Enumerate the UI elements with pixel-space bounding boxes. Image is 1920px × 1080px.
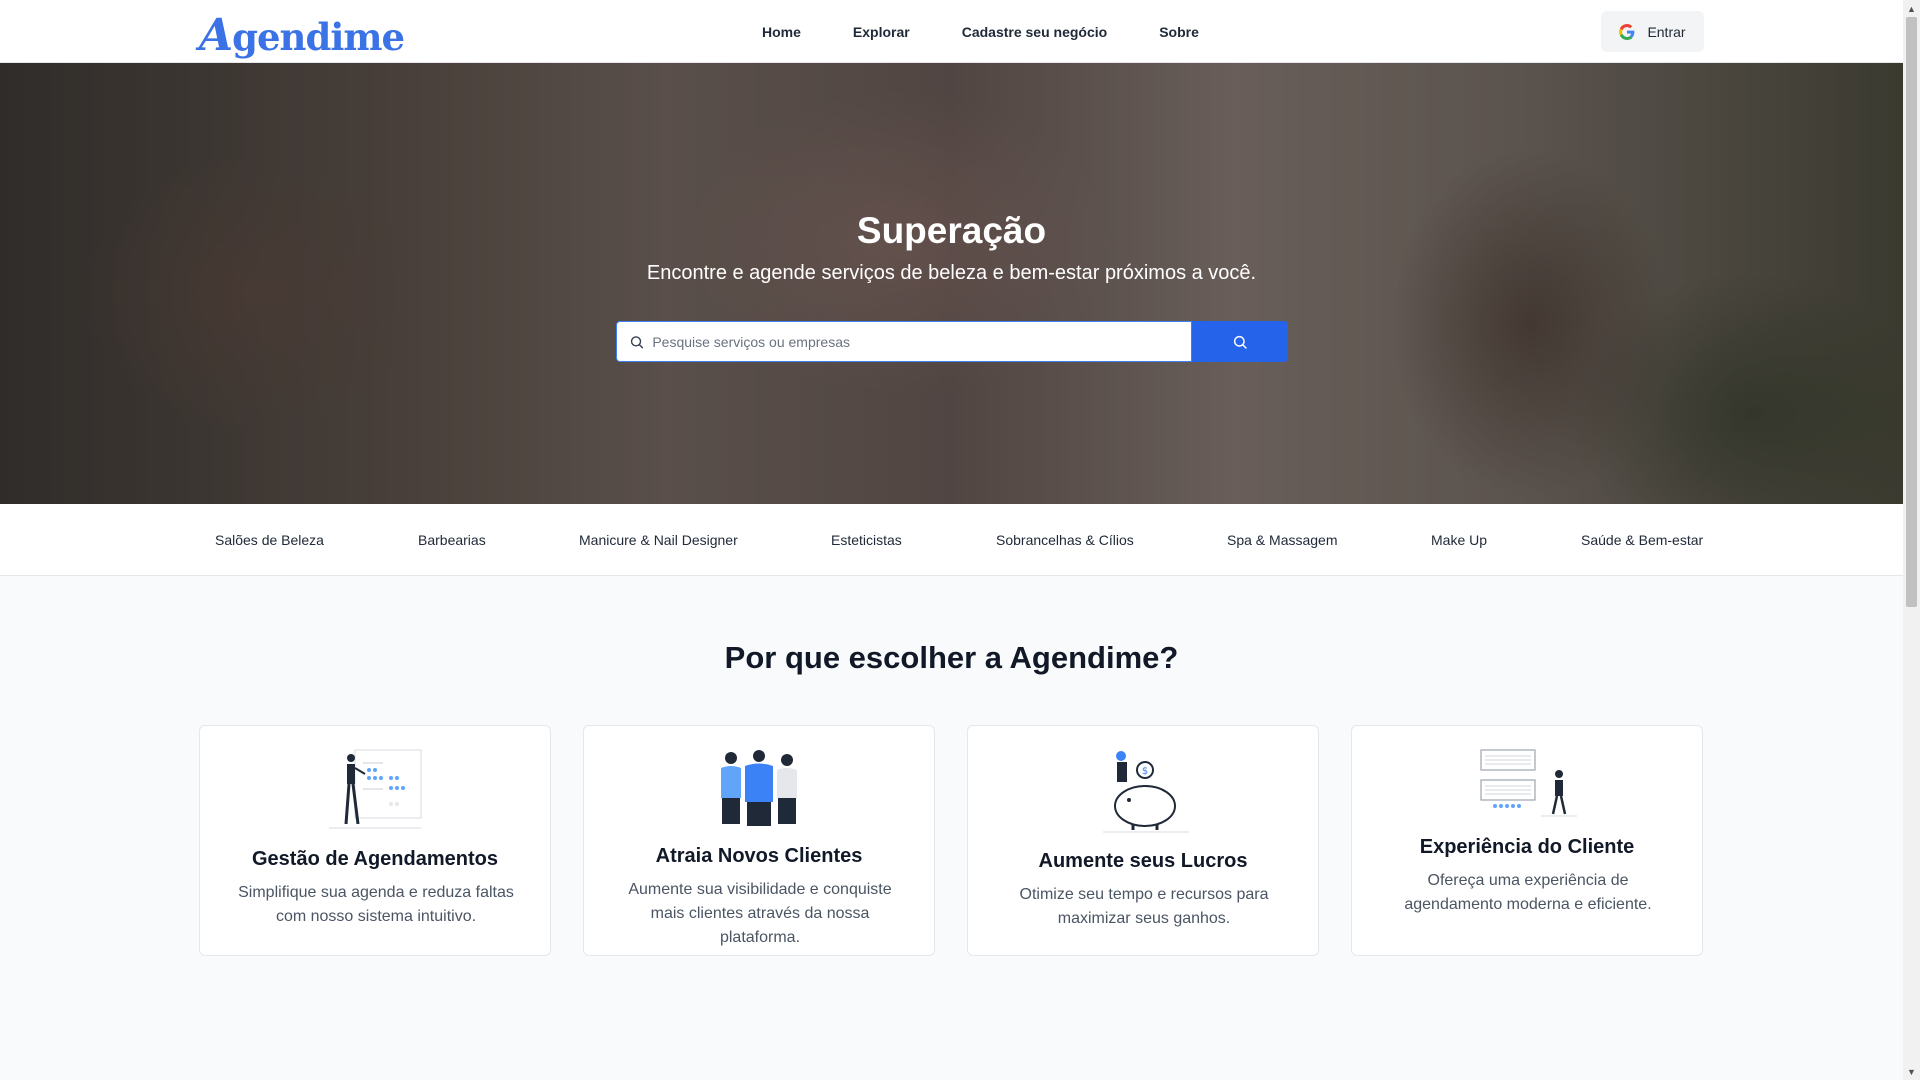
scroll-down-arrow-icon[interactable]: ▼ <box>1903 1063 1920 1080</box>
category-saude[interactable]: Saúde & Bem-estar <box>1581 532 1703 548</box>
agendime-logo[interactable]: Agendime <box>199 10 405 61</box>
search-bar <box>616 321 1288 362</box>
category-barbearias[interactable]: Barbearias <box>418 532 486 548</box>
category-sobrancelhas[interactable]: Sobrancelhas & Cílios <box>996 532 1134 548</box>
feature-card-agendamentos: Gestão de Agendamentos Simplifique sua a… <box>199 725 551 956</box>
feature-text: Otimize seu tempo e recursos para maximi… <box>1019 886 1269 927</box>
category-spa[interactable]: Spa & Massagem <box>1227 532 1338 548</box>
scroll-thumb[interactable] <box>1906 17 1917 607</box>
google-login-button[interactable]: Entrar <box>1601 11 1704 52</box>
schedule-illustration <box>200 748 550 832</box>
feature-title: Atraia Novos Clientes <box>655 845 863 867</box>
login-label: Entrar <box>1647 23 1686 40</box>
nav-home-link[interactable]: Home <box>762 24 801 40</box>
top-navbar: Agendime Home Explorar Cadastre seu negó… <box>0 0 1903 63</box>
category-bar: Salões de Beleza Barbearias Manicure & N… <box>0 504 1903 576</box>
category-makeup[interactable]: Make Up <box>1431 532 1487 548</box>
search-field-container[interactable] <box>616 321 1192 362</box>
search-input[interactable] <box>652 333 1191 350</box>
page-scrollbar[interactable]: ▲ ▼ <box>1903 0 1920 1080</box>
people-illustration <box>584 748 934 828</box>
svg-text:$: $ <box>1142 766 1148 777</box>
feature-text: Simplifique sua agenda e reduza faltas c… <box>238 884 514 925</box>
nav-cadastre-link[interactable]: Cadastre seu negócio <box>962 24 1108 40</box>
main-nav: Home Explorar Cadastre seu negócio Sobre <box>762 0 1251 63</box>
feature-title: Aumente seus Lucros <box>1038 850 1248 872</box>
customer-experience-illustration <box>1352 748 1702 818</box>
feature-text: Ofereça uma experiência de agendamento m… <box>1404 872 1652 913</box>
feature-text: Aumente sua visibilidade e conquiste mai… <box>628 881 892 946</box>
feature-title: Experiência do Cliente <box>1419 836 1635 858</box>
search-icon <box>630 335 644 348</box>
why-section-title: Por que escolher a Agendime? <box>724 640 1179 675</box>
nav-sobre-link[interactable]: Sobre <box>1159 24 1199 40</box>
feature-card-experiencia: Experiência do Cliente Ofereça uma exper… <box>1351 725 1703 956</box>
feature-title: Gestão de Agendamentos <box>252 848 498 870</box>
feature-card-clientes: Atraia Novos Clientes Aumente sua visibi… <box>583 725 935 956</box>
hero-title: Superação <box>856 210 1047 251</box>
category-saloes[interactable]: Salões de Beleza <box>215 532 324 548</box>
hero-banner: Superação Encontre e agende serviços de … <box>0 63 1903 504</box>
scroll-up-arrow-icon[interactable]: ▲ <box>1903 0 1920 17</box>
hero-subtitle: Encontre e agende serviços de beleza e b… <box>646 262 1257 284</box>
piggy-bank-illustration: $ <box>968 748 1318 834</box>
feature-card-lucros: $ Aumente seus Lucros Otimize seu tempo … <box>967 725 1319 956</box>
search-submit-button[interactable] <box>1192 321 1288 362</box>
google-icon <box>1619 23 1635 40</box>
search-icon <box>1233 335 1247 349</box>
category-esteticistas[interactable]: Esteticistas <box>831 532 902 548</box>
category-manicure[interactable]: Manicure & Nail Designer <box>579 532 738 548</box>
nav-explorar-link[interactable]: Explorar <box>853 24 910 40</box>
